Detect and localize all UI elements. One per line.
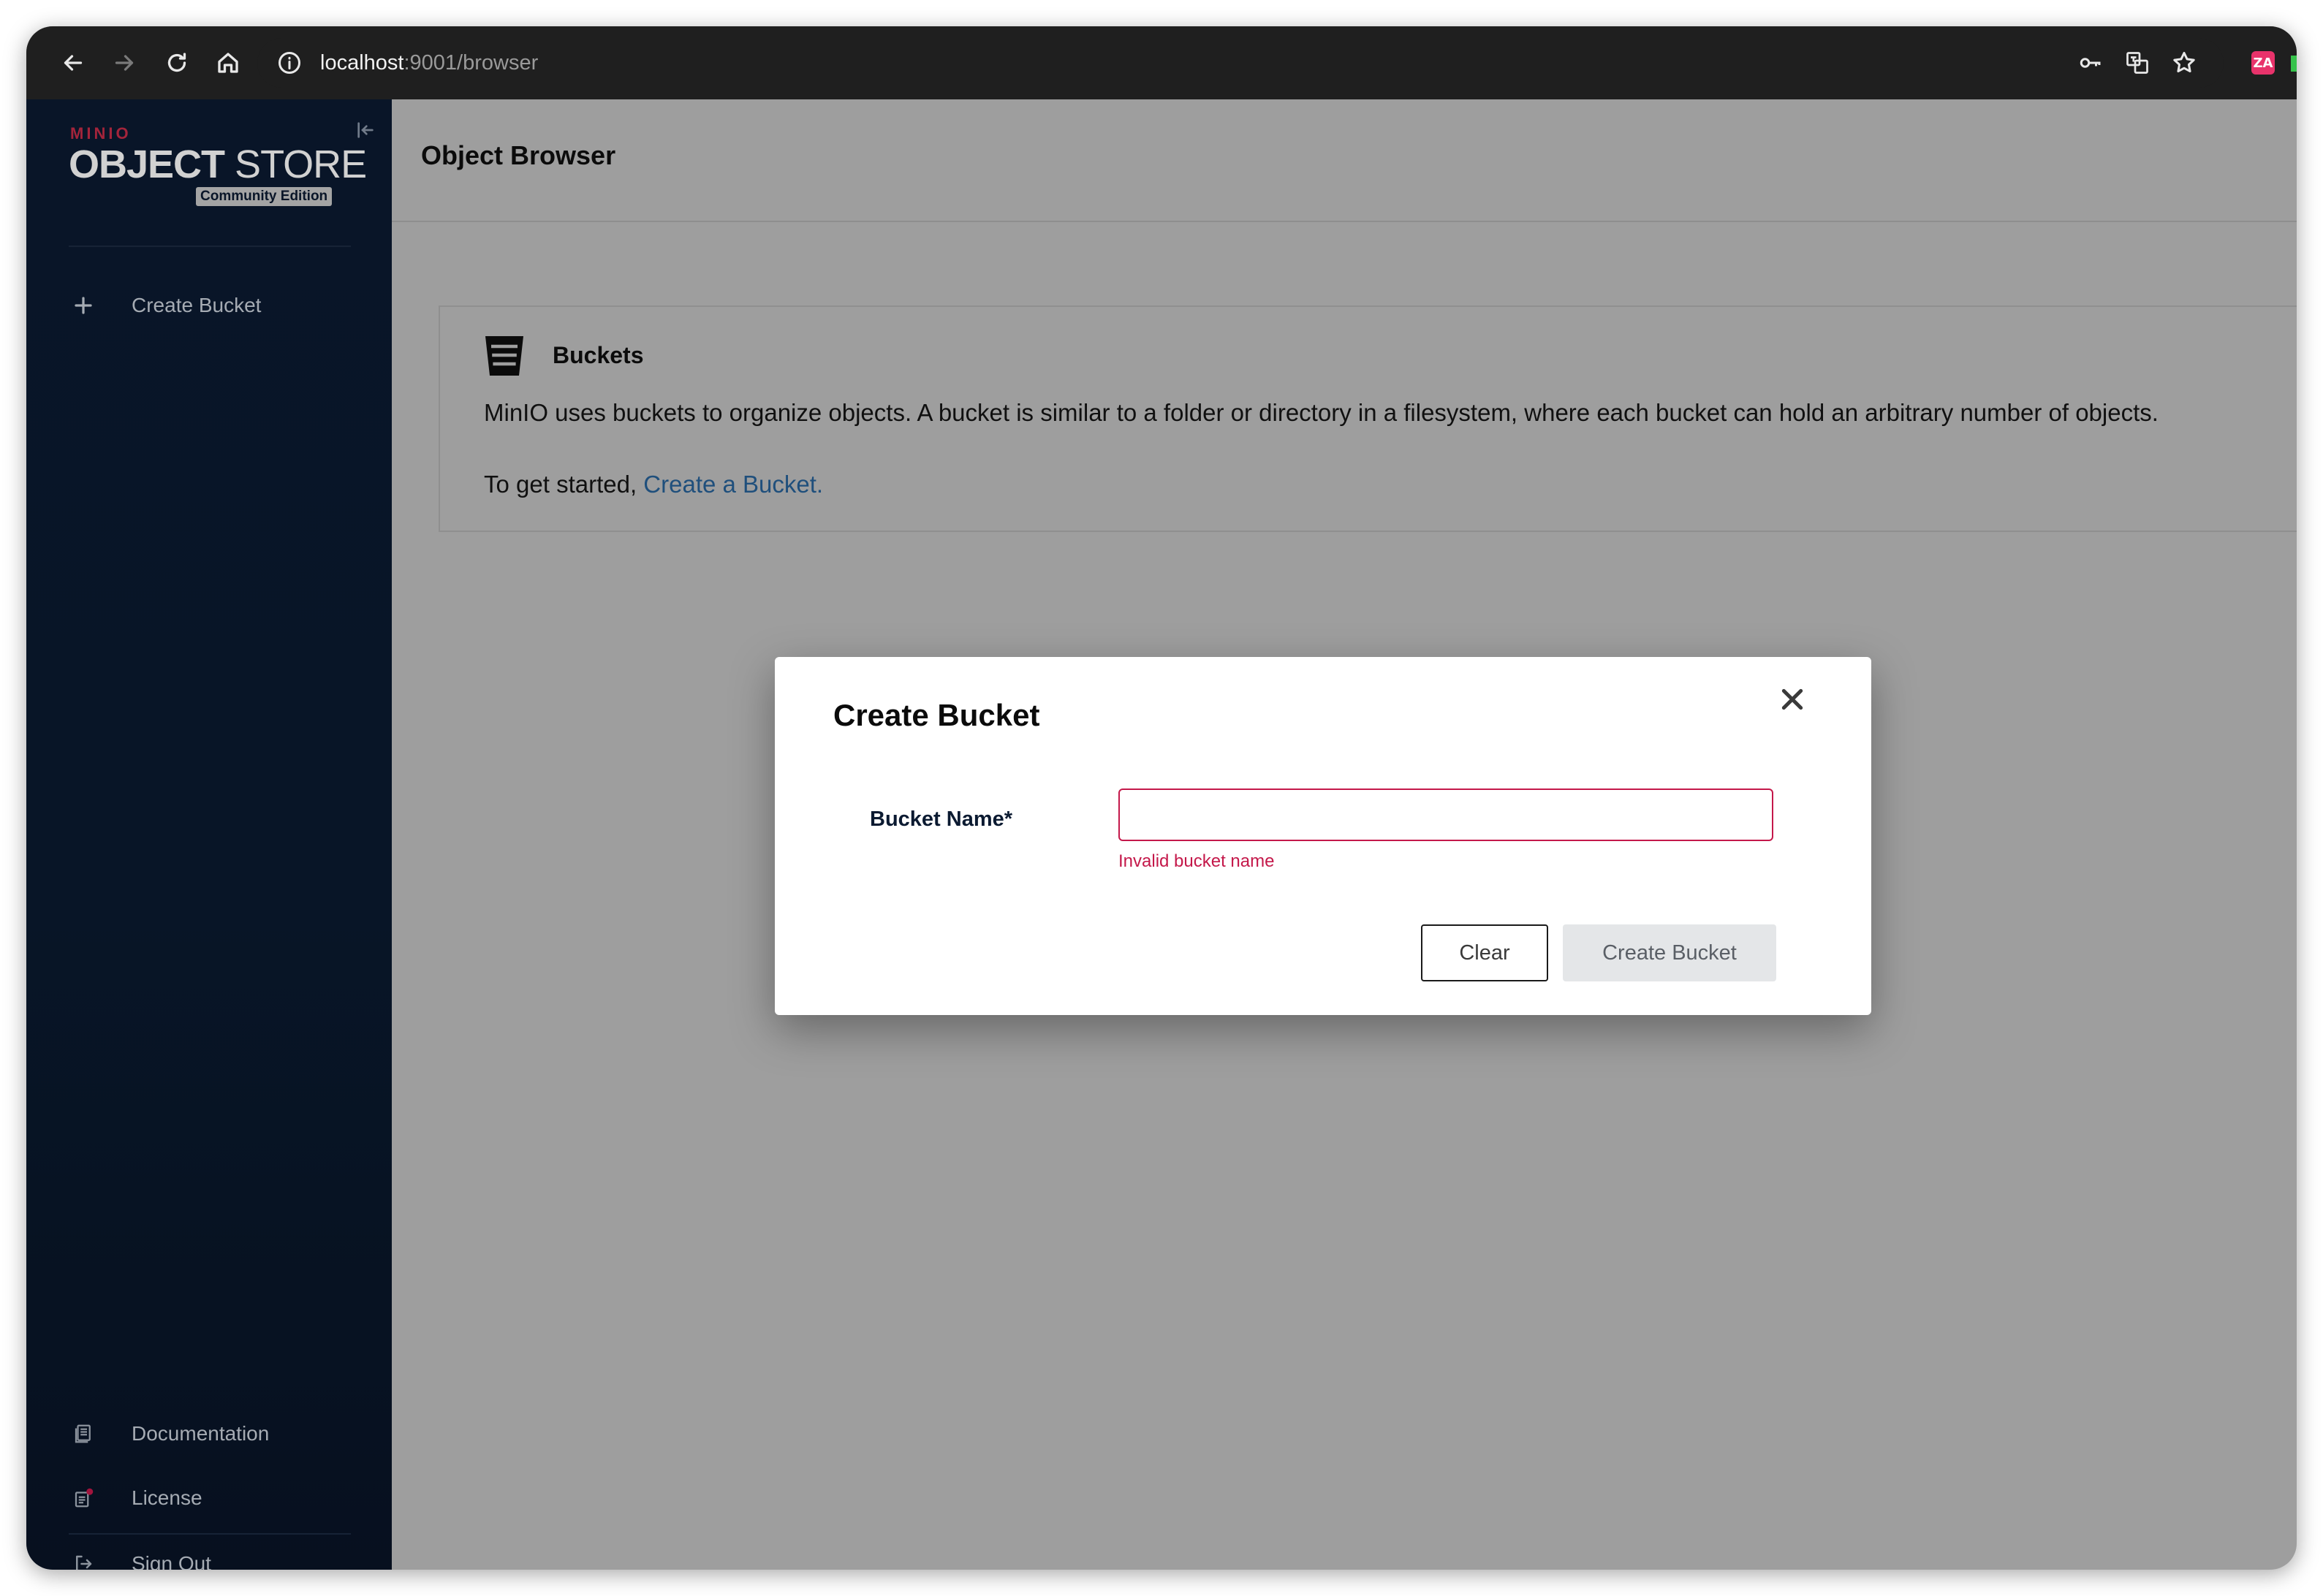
license-icon xyxy=(69,1483,98,1513)
status-indicator xyxy=(2291,56,2297,72)
get-started-text: To get started, xyxy=(484,471,644,498)
url-path: :9001/browser xyxy=(403,51,539,75)
sidebar-item-label: Create Bucket xyxy=(132,294,262,316)
bucket-name-error: Invalid bucket name xyxy=(1118,851,1275,871)
collapse-sidebar-icon[interactable] xyxy=(354,118,377,142)
document-icon xyxy=(69,1419,98,1448)
create-bucket-link[interactable]: Create a Bucket. xyxy=(643,471,823,498)
sidebar-item-sign-out[interactable]: Sign Out xyxy=(69,1542,361,1570)
bookmark-star-icon[interactable] xyxy=(2167,45,2202,80)
plus-icon xyxy=(69,291,98,320)
panel-get-started: To get started, Create a Bucket. xyxy=(484,471,823,498)
home-icon[interactable] xyxy=(211,45,246,80)
url-host: localhost xyxy=(320,51,404,75)
site-info-icon[interactable] xyxy=(276,50,303,76)
clear-button[interactable]: Clear xyxy=(1421,924,1548,981)
sidebar-item-label: License xyxy=(132,1486,202,1509)
close-icon[interactable] xyxy=(1778,685,1807,714)
bucket-name-label: Bucket Name* xyxy=(870,808,1013,831)
sidebar-divider xyxy=(69,246,351,247)
page-title: Object Browser xyxy=(421,140,616,170)
browser-window: localhost:9001/browser ZA MINIO OBJECT S… xyxy=(26,26,2297,1570)
brand-store: STORE xyxy=(224,142,367,186)
key-icon[interactable] xyxy=(2073,45,2108,80)
sidebar-item-license[interactable]: License xyxy=(69,1476,361,1520)
sidebar-item-documentation[interactable]: Documentation xyxy=(69,1412,361,1456)
reload-icon[interactable] xyxy=(159,45,194,80)
create-bucket-button[interactable]: Create Bucket xyxy=(1563,924,1776,981)
sidebar-divider xyxy=(69,1533,351,1535)
bucket-icon xyxy=(485,336,523,376)
sidebar-item-label: Sign Out xyxy=(132,1552,211,1570)
brand-object: OBJECT xyxy=(69,142,225,186)
extension-icon[interactable]: ZA xyxy=(2251,51,2275,75)
translate-icon[interactable] xyxy=(2120,45,2155,80)
brand-edition-badge: Community Edition xyxy=(196,187,333,206)
address-bar[interactable]: localhost:9001/browser xyxy=(257,38,2224,88)
sidebar-item-label: Documentation xyxy=(132,1422,270,1445)
create-bucket-modal: Create Bucket Bucket Name* Invalid bucke… xyxy=(775,657,1871,1015)
panel-description: MinIO uses buckets to organize objects. … xyxy=(484,399,2159,426)
modal-title: Create Bucket xyxy=(833,698,1040,732)
back-icon[interactable] xyxy=(56,45,91,80)
sidebar: MINIO OBJECT STORE Community Edition Cre… xyxy=(26,99,392,1570)
forward-icon[interactable] xyxy=(107,45,142,80)
panel-title: Buckets xyxy=(553,342,644,368)
bucket-name-input[interactable] xyxy=(1118,788,1773,841)
url-text[interactable]: localhost:9001/browser xyxy=(320,50,538,76)
sidebar-item-create-bucket[interactable]: Create Bucket xyxy=(69,284,361,327)
buckets-info-panel: Buckets MinIO uses buckets to organize o… xyxy=(439,305,2297,532)
brand-minio: MINIO xyxy=(70,124,132,142)
page-header: Object Browser xyxy=(392,99,2297,222)
sign-out-icon xyxy=(69,1549,98,1570)
browser-toolbar: localhost:9001/browser ZA xyxy=(26,26,2297,99)
brand-title: OBJECT STORE xyxy=(69,142,367,187)
